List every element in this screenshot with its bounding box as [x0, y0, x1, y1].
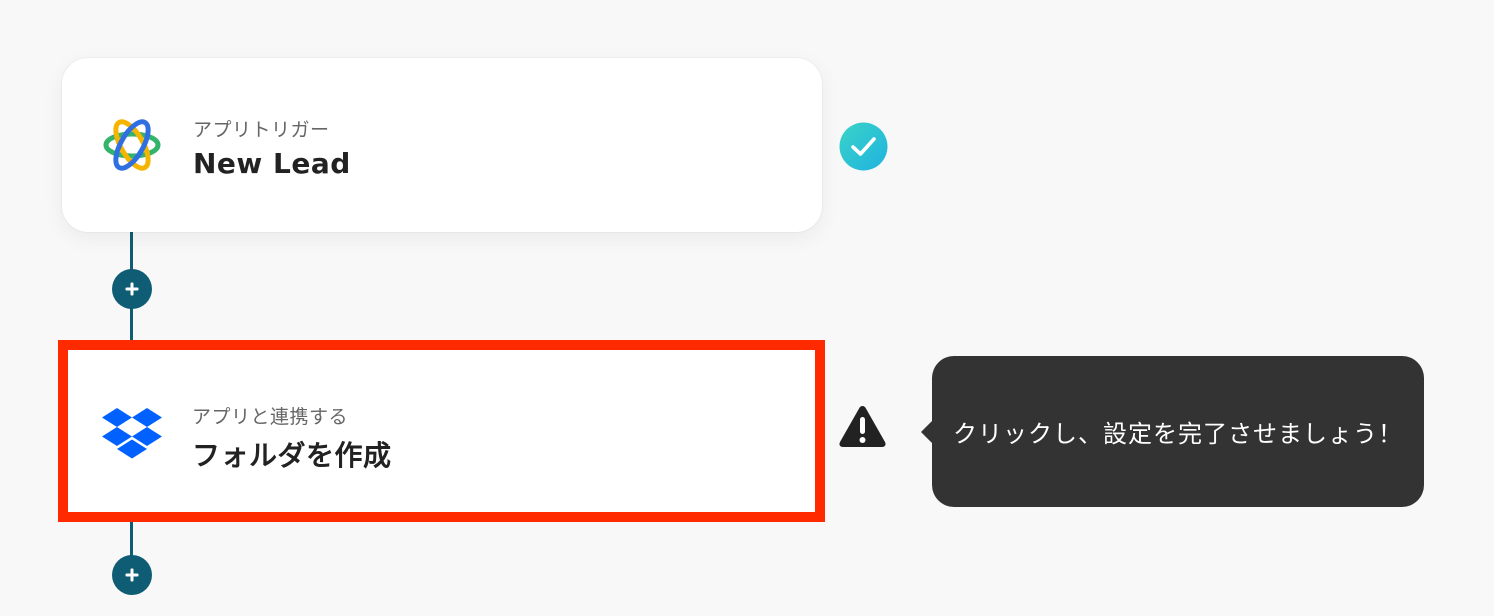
orbit-logo-icon [103, 119, 161, 171]
warning-icon [839, 406, 886, 447]
tooltip-arrow [921, 420, 933, 444]
step-title: New Lead [193, 147, 351, 180]
plus-icon [125, 282, 139, 296]
add-step-button[interactable] [112, 555, 152, 595]
dropbox-icon [102, 408, 162, 459]
action-step-card[interactable]: アプリと連携する フォルダを作成 [58, 340, 825, 522]
step-type-label: アプリトリガー [193, 119, 330, 141]
tooltip-text: クリックし、設定を完了させましょう！ [953, 420, 1403, 448]
add-step-button[interactable] [112, 269, 152, 309]
trigger-step-card[interactable]: アプリトリガー New Lead [62, 58, 822, 232]
check-circle-icon [839, 122, 888, 171]
step-title: フォルダを作成 [192, 439, 392, 472]
plus-icon [125, 568, 139, 582]
step-type-label: アプリと連携する [192, 406, 349, 428]
setup-hint-tooltip: クリックし、設定を完了させましょう！ [921, 356, 1424, 507]
